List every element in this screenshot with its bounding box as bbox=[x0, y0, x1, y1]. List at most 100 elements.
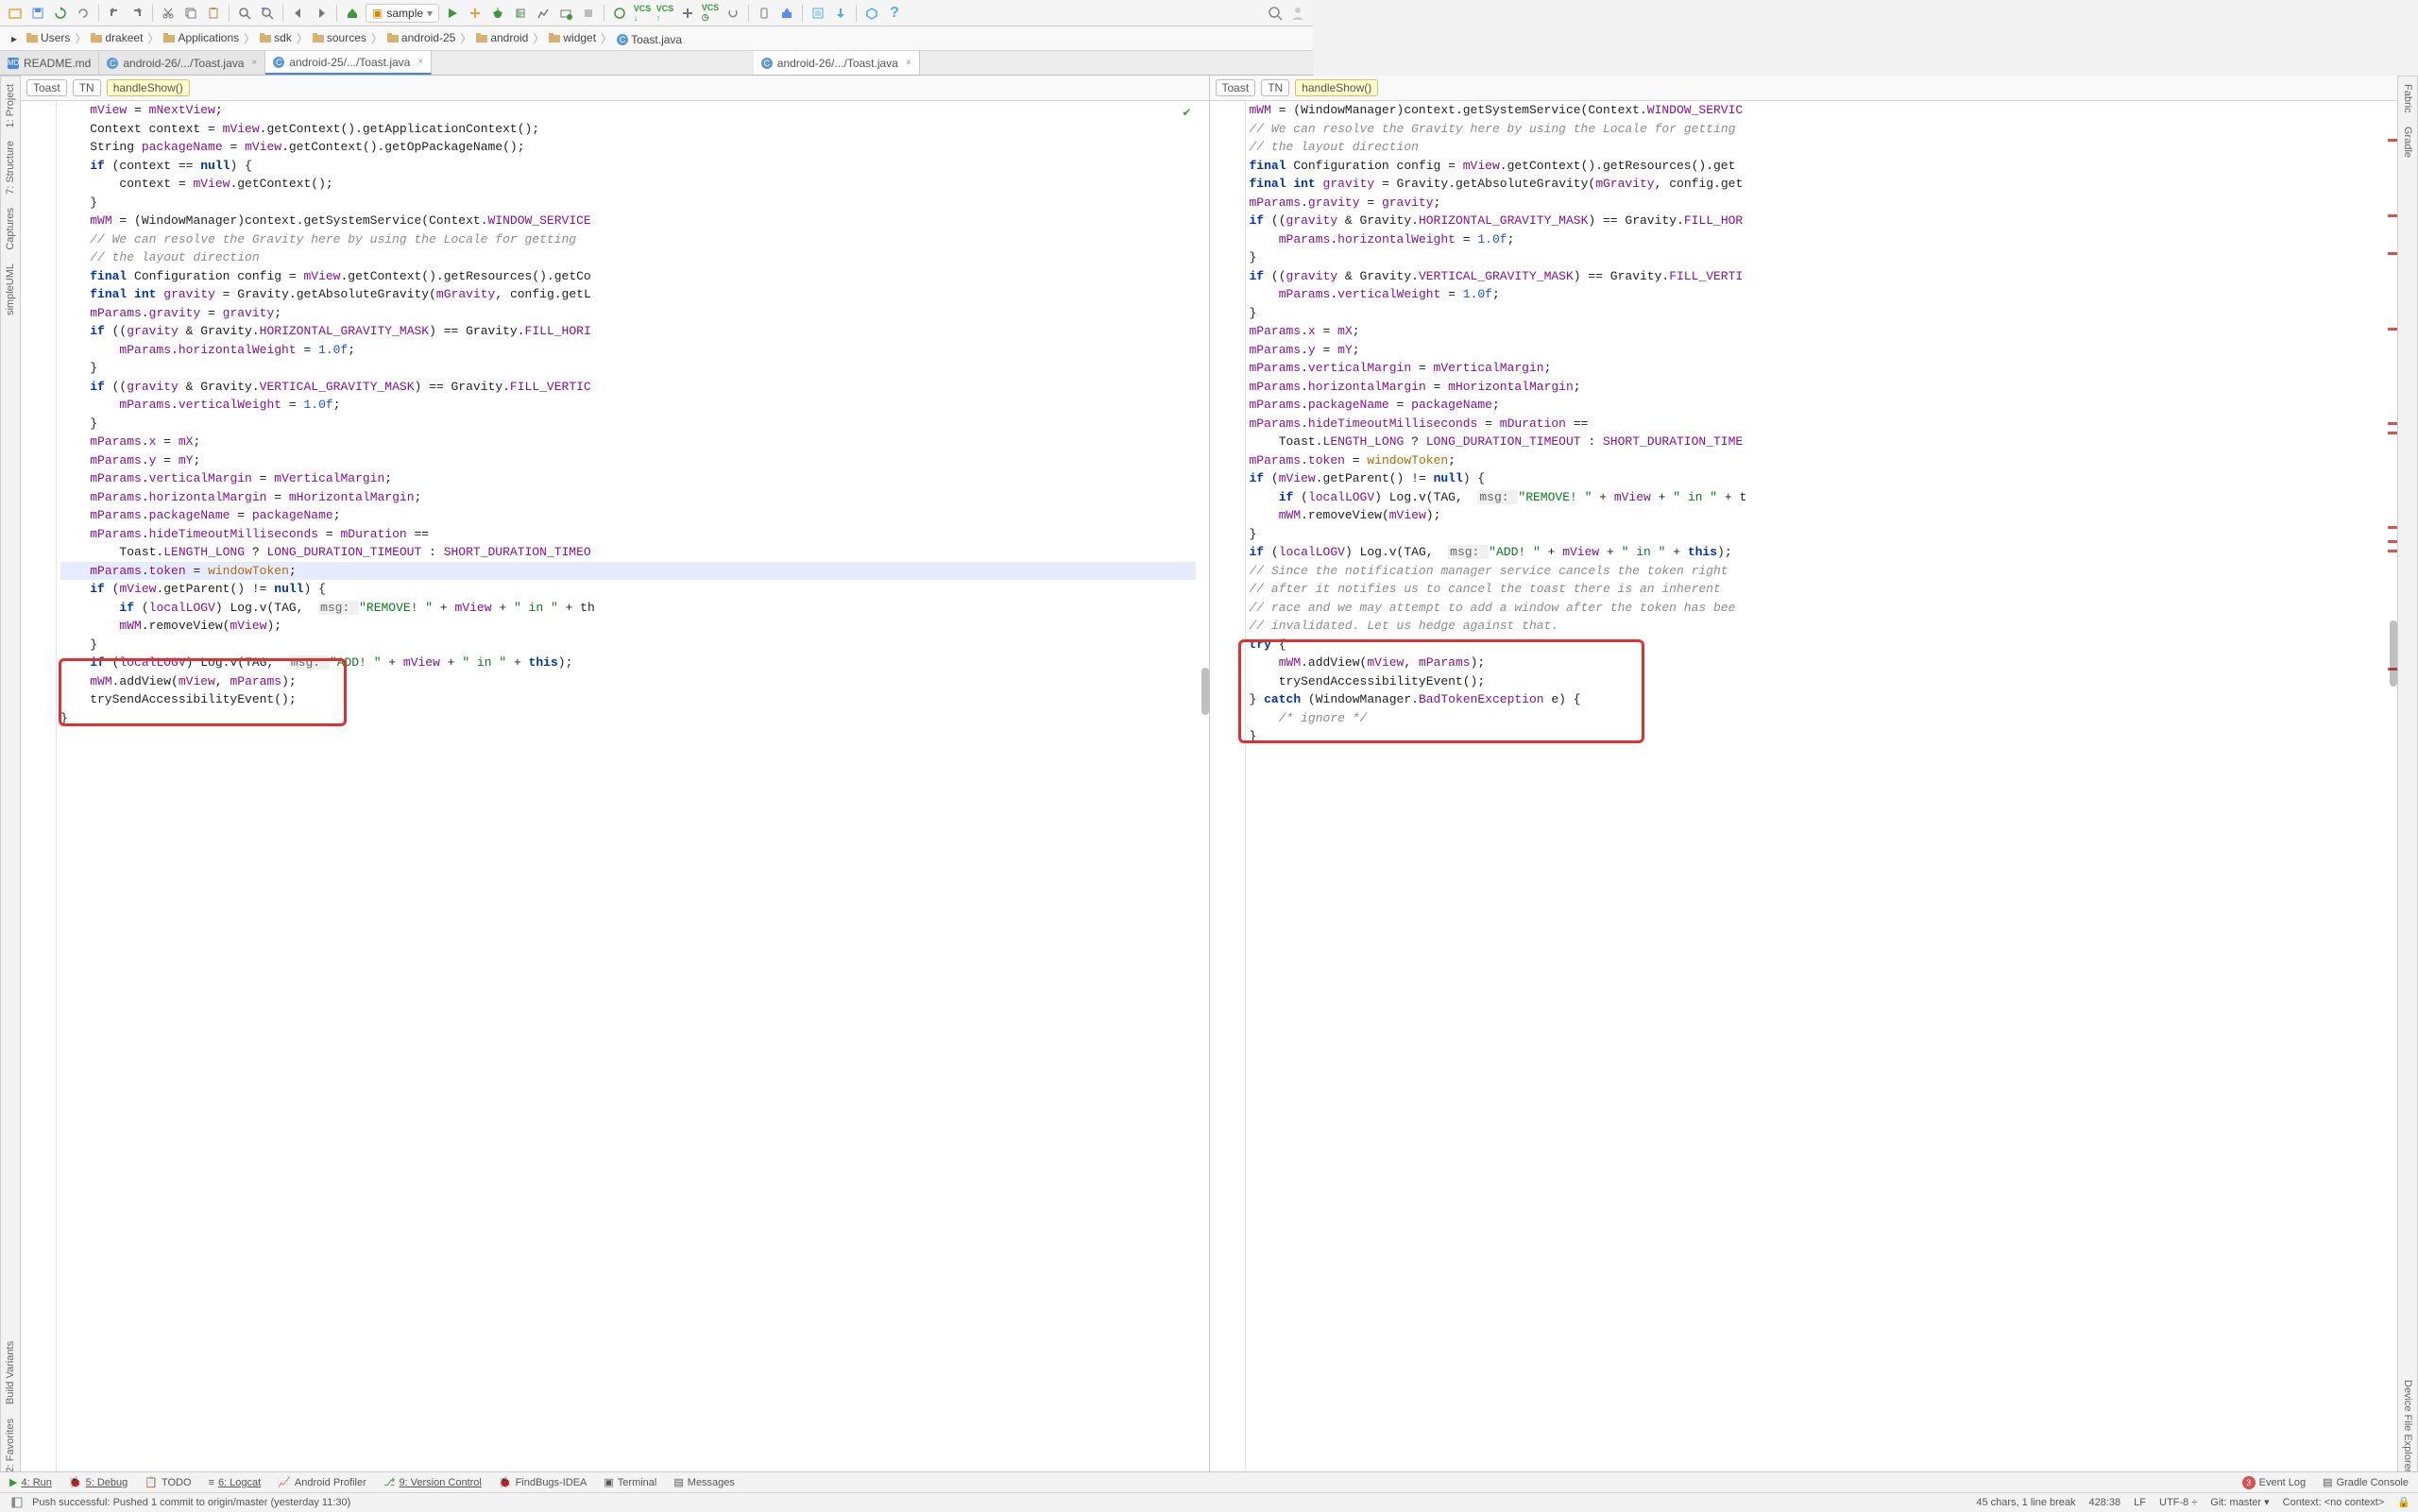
debug-tool[interactable]: 🐞 5: Debug bbox=[69, 1476, 128, 1488]
open-icon[interactable] bbox=[6, 4, 25, 23]
code-lines[interactable]: mWM = (WindowManager)context.getSystemSe… bbox=[1246, 101, 2385, 1473]
refresh-icon[interactable] bbox=[74, 4, 93, 23]
hide-tool-windows-icon[interactable] bbox=[8, 1493, 26, 1512]
run-config-label: sample bbox=[386, 7, 423, 20]
encoding[interactable]: UTF-8 ÷ bbox=[2159, 1497, 2197, 1508]
vcs-compare-icon[interactable] bbox=[678, 4, 697, 23]
help-icon[interactable]: ? bbox=[885, 4, 904, 23]
coverage-icon[interactable] bbox=[511, 4, 530, 23]
crumb-class[interactable]: Toast bbox=[1216, 79, 1256, 96]
user-icon[interactable] bbox=[1288, 4, 1307, 23]
line-ending[interactable]: LF bbox=[2134, 1497, 2146, 1508]
gradle-console-tool[interactable]: ▤ Gradle Console bbox=[2323, 1476, 2409, 1488]
terminal-tool[interactable]: ▣ Terminal bbox=[604, 1476, 656, 1488]
undo-icon[interactable] bbox=[105, 4, 124, 23]
avd-manager-icon[interactable] bbox=[755, 4, 774, 23]
find-icon[interactable] bbox=[235, 4, 254, 23]
sync-gradle-icon[interactable] bbox=[610, 4, 629, 23]
simpleuml-tool[interactable]: simpleUML bbox=[5, 263, 16, 315]
structure-icon[interactable] bbox=[862, 4, 881, 23]
breadcrumb-root[interactable]: ▸ bbox=[8, 31, 21, 46]
error-stripe[interactable] bbox=[1196, 101, 1209, 1473]
vcs-history-icon[interactable]: VCS◷ bbox=[701, 4, 720, 23]
todo-tool[interactable]: 📋 TODO bbox=[145, 1476, 191, 1488]
build-icon[interactable] bbox=[343, 4, 362, 23]
gutter[interactable] bbox=[1210, 101, 1246, 1473]
tab-label: android-26/.../Toast.java bbox=[123, 57, 244, 70]
markdown-icon: MD bbox=[8, 58, 19, 69]
tab-toast-25[interactable]: C android-25/.../Toast.java × bbox=[265, 51, 432, 75]
replace-icon[interactable] bbox=[258, 4, 277, 23]
attach-debugger-icon[interactable] bbox=[556, 4, 575, 23]
device-explorer-tool[interactable]: Device File Explorer bbox=[2402, 1380, 2413, 1472]
git-branch[interactable]: Git: master ▾ bbox=[2210, 1496, 2269, 1508]
sync-icon[interactable] bbox=[51, 4, 70, 23]
build-variants-tool[interactable]: Build Variants bbox=[5, 1341, 16, 1404]
tab-readme[interactable]: MD README.md bbox=[0, 51, 99, 75]
breadcrumb-segment[interactable]: android bbox=[472, 30, 532, 45]
breadcrumb-segment[interactable]: sdk bbox=[256, 30, 296, 45]
profiler-tool[interactable]: 📈 Android Profiler bbox=[278, 1476, 366, 1488]
structure-tool[interactable]: 7: Structure bbox=[5, 141, 16, 195]
apply-changes-icon[interactable] bbox=[466, 4, 485, 23]
code-area[interactable]: ✔ mView = mNextView; Context context = m… bbox=[21, 101, 1209, 1473]
error-stripe[interactable] bbox=[2384, 101, 2397, 1473]
run-tool[interactable]: ▶ 4: Run bbox=[9, 1476, 52, 1488]
run-icon[interactable] bbox=[443, 4, 462, 23]
close-icon[interactable]: × bbox=[906, 58, 911, 68]
debug-icon[interactable] bbox=[488, 4, 507, 23]
save-all-icon[interactable] bbox=[28, 4, 47, 23]
gradle-tool[interactable]: Gradle bbox=[2402, 127, 2413, 158]
logcat-tool[interactable]: ≡ 6: Logcat bbox=[209, 1477, 262, 1488]
profile-icon[interactable] bbox=[534, 4, 553, 23]
breadcrumb-segment[interactable]: Applications bbox=[160, 30, 243, 45]
breadcrumb-segment[interactable]: drakeet bbox=[87, 30, 146, 45]
caret-position[interactable]: 428:38 bbox=[2089, 1497, 2121, 1508]
vcs-update-icon[interactable]: VCS↓ bbox=[633, 4, 652, 23]
event-log-tool[interactable]: 3 Event Log bbox=[2242, 1476, 2307, 1489]
crumb-method[interactable]: handleShow() bbox=[1295, 79, 1378, 96]
class-icon: C bbox=[273, 57, 284, 68]
vcs-commit-icon[interactable]: VCS↑ bbox=[656, 4, 674, 23]
favorites-tool[interactable]: 2: Favorites bbox=[5, 1419, 16, 1472]
breadcrumb-segment[interactable]: android-25 bbox=[383, 30, 459, 45]
paste-icon[interactable] bbox=[204, 4, 223, 23]
breadcrumb-segment[interactable]: C Toast.java bbox=[613, 32, 686, 47]
cut-icon[interactable] bbox=[159, 4, 178, 23]
breadcrumb-segment[interactable]: sources bbox=[309, 30, 370, 45]
context-selector[interactable]: Context: <no context> bbox=[2283, 1497, 2385, 1508]
download-icon[interactable] bbox=[831, 4, 850, 23]
editor-tabs: MD README.md C android-26/.../Toast.java… bbox=[0, 51, 1313, 76]
captures-tool[interactable]: Captures bbox=[5, 208, 16, 250]
project-tool[interactable]: 1: Project bbox=[5, 84, 16, 127]
crumb-inner[interactable]: TN bbox=[73, 79, 101, 96]
forward-icon[interactable] bbox=[312, 4, 331, 23]
back-icon[interactable] bbox=[289, 4, 308, 23]
copy-icon[interactable] bbox=[181, 4, 200, 23]
sdk-manager-icon[interactable] bbox=[777, 4, 796, 23]
crumb-method[interactable]: handleShow() bbox=[107, 79, 190, 96]
revert-icon[interactable] bbox=[724, 4, 742, 23]
fabric-tool[interactable]: Fabric bbox=[2402, 84, 2413, 113]
crumb-inner[interactable]: TN bbox=[1261, 79, 1289, 96]
vcs-tool[interactable]: ⎇ 9: Version Control bbox=[383, 1476, 482, 1488]
breadcrumb-segment[interactable]: widget bbox=[545, 30, 600, 45]
findbugs-tool[interactable]: 🐞 FindBugs-IDEA bbox=[499, 1476, 587, 1488]
crumb-class[interactable]: Toast bbox=[26, 79, 67, 96]
redo-icon[interactable] bbox=[128, 4, 146, 23]
gutter[interactable] bbox=[21, 101, 57, 1473]
stop-icon[interactable] bbox=[579, 4, 598, 23]
code-lines[interactable]: mView = mNextView; Context context = mVi… bbox=[57, 101, 1196, 1473]
close-icon[interactable]: × bbox=[417, 57, 423, 67]
tab-toast-26-b[interactable]: C android-26/.../Toast.java × bbox=[754, 51, 920, 75]
run-config-selector[interactable]: ▣ sample ▾ bbox=[366, 4, 439, 23]
left-tool-stripe: 1: Project 7: Structure Captures simpleU… bbox=[0, 76, 21, 1473]
code-area[interactable]: mWM = (WindowManager)context.getSystemSe… bbox=[1210, 101, 2398, 1473]
memory-indicator-icon[interactable]: 🔒 bbox=[2397, 1496, 2410, 1508]
breadcrumb-segment[interactable]: Users bbox=[23, 30, 74, 45]
tab-toast-26-a[interactable]: C android-26/.../Toast.java × bbox=[99, 51, 265, 75]
layout-inspector-icon[interactable] bbox=[809, 4, 827, 23]
messages-tool[interactable]: ▤ Messages bbox=[673, 1476, 735, 1488]
search-icon[interactable] bbox=[1266, 4, 1285, 23]
close-icon[interactable]: × bbox=[251, 58, 257, 68]
